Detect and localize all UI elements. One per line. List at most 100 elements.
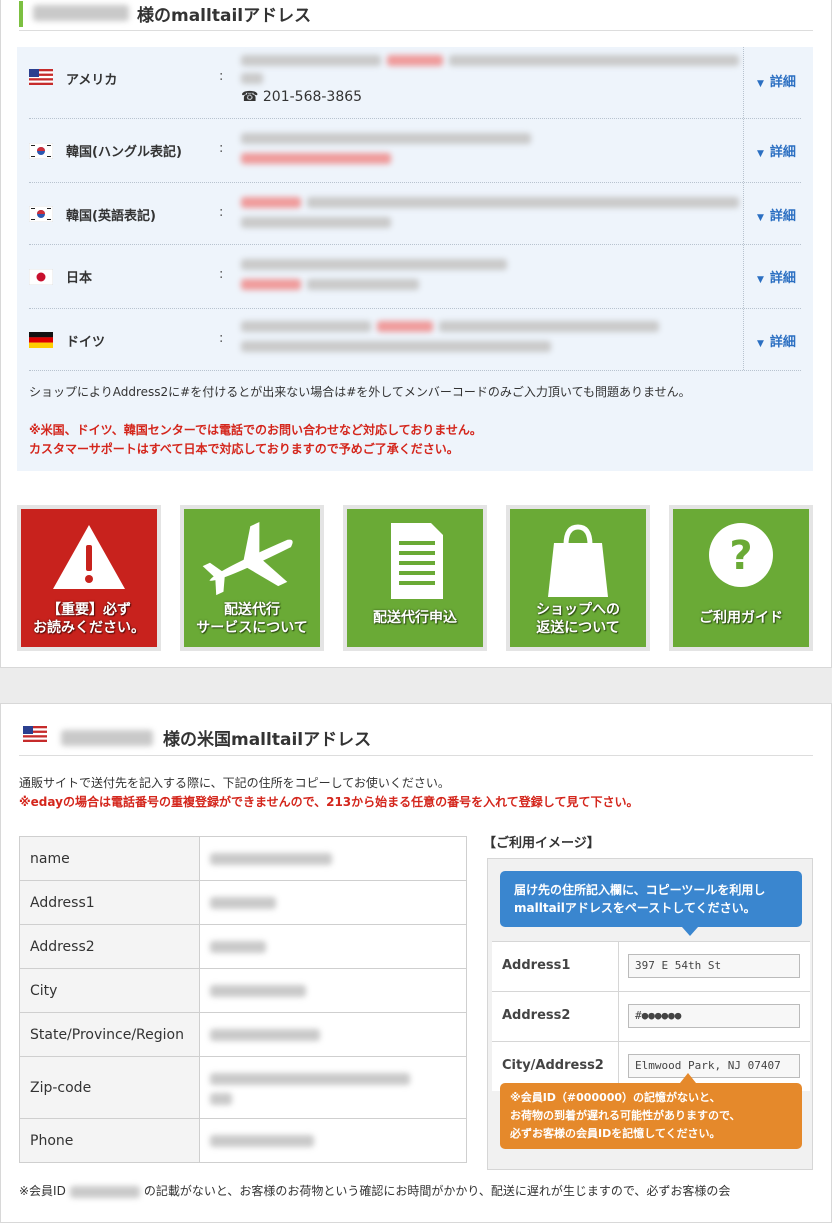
malltail-address-card: 様のmalltailアドレス アメリカ : ☎ 201-568-3865 ▼ 詳細	[0, 0, 832, 668]
address-row-usa: アメリカ : ☎ 201-568-3865 ▼ 詳細	[29, 47, 801, 119]
forwarding-apply-tile[interactable]: 配送代行申込	[343, 505, 487, 651]
redacted-address	[241, 133, 531, 144]
us-malltail-address-card: 様の米国malltailアドレス 通販サイトで送付先を記入する際に、下記の住所を…	[0, 703, 832, 1223]
copy-instruction: 通販サイトで送付先を記入する際に、下記の住所をコピーしてお使いください。	[19, 776, 450, 790]
redacted-member-code	[241, 279, 301, 290]
detail-link[interactable]: ▼ 詳細	[757, 331, 796, 350]
country-label: 日本	[66, 271, 93, 286]
redacted-address	[449, 55, 739, 66]
shopping-bag-icon	[548, 524, 608, 597]
redacted-member-code	[241, 153, 391, 164]
return-to-shop-tile[interactable]: ショップへの 返送について	[506, 505, 650, 651]
kr-flag-icon	[29, 143, 53, 159]
redacted-address	[241, 321, 371, 332]
page-title: 様のmalltailアドレス	[137, 6, 312, 26]
colon: :	[219, 267, 224, 282]
usage-field: 397 E 54th St	[628, 954, 800, 978]
us-flag-icon	[23, 726, 47, 742]
header-accent	[19, 1, 23, 27]
member-id-warning-bubble: ※会員ID（#000000）の記憶がないと、 お荷物の到着が遅れる可能性がありま…	[500, 1073, 802, 1149]
eday-warning: ※edayの場合は電話番号の重複登録ができませんので、213から始まる任意の番号…	[19, 795, 639, 809]
redacted-member-code	[241, 197, 301, 208]
user-guide-tile[interactable]: ? ご利用ガイド	[669, 505, 813, 651]
redacted-address	[439, 321, 659, 332]
detail-link[interactable]: ▼ 詳細	[757, 267, 796, 286]
chevron-down-icon: ▼	[757, 149, 764, 159]
redacted-value	[210, 1072, 410, 1085]
de-flag-icon	[29, 332, 53, 348]
redacted-value	[210, 1092, 232, 1105]
warning-icon	[53, 525, 125, 589]
detail-link[interactable]: ▼ 詳細	[757, 71, 796, 90]
table-row: Phone	[19, 1118, 467, 1163]
colon: :	[219, 69, 224, 84]
address2-note: ショップによりAddress2に#を付けるとが出来ない場合は#を外してメンバーコ…	[29, 385, 691, 399]
redacted-address	[307, 197, 739, 208]
service-tiles: 【重要】必ず お読みください。 配送代行 サービスについて 配送代行申込 ショッ…	[17, 505, 813, 651]
field-label: Address1	[19, 880, 200, 925]
chevron-down-icon: ▼	[757, 275, 764, 285]
country-label: 韓国(英語表記)	[66, 209, 156, 224]
field-label: name	[19, 836, 200, 881]
redacted-address	[241, 217, 391, 228]
chevron-down-icon: ▼	[757, 213, 764, 223]
chevron-down-icon: ▼	[757, 79, 764, 89]
page-title: 様の米国malltailアドレス	[163, 730, 372, 750]
redacted-address	[241, 73, 263, 84]
usage-image-title: 【ご利用イメージ】	[483, 836, 600, 851]
address-list: アメリカ : ☎ 201-568-3865 ▼ 詳細 韓国(ハングル表記) : ▼…	[17, 47, 813, 471]
kr-flag-icon	[29, 206, 53, 222]
support-warning: ※米国、ドイツ、韓国センターでは電話でのお問い合わせなど対応しておりません。	[29, 423, 482, 437]
usage-field: #●●●●●●	[628, 1004, 800, 1028]
redacted-value	[210, 984, 306, 997]
field-label: City	[19, 968, 200, 1013]
redacted-value	[210, 1028, 320, 1041]
jp-flag-icon	[29, 269, 53, 285]
field-label: Address2	[19, 924, 200, 969]
address-row-korea-english: 韓国(英語表記) : ▼ 詳細	[29, 183, 801, 245]
colon: :	[219, 141, 224, 156]
table-row: name	[19, 836, 467, 881]
usage-image: 届け先の住所記入欄に、コピーツールを利用し malltailアドレスをペーストし…	[487, 858, 813, 1170]
table-row: Address1	[19, 880, 467, 925]
redacted-phone	[307, 279, 419, 290]
redacted-value	[210, 852, 332, 865]
paste-instruction-bubble: 届け先の住所記入欄に、コピーツールを利用し malltailアドレスをペーストし…	[500, 871, 802, 936]
card-header: 様の米国malltailアドレス	[19, 722, 813, 756]
country-label: ドイツ	[66, 335, 106, 350]
redacted-address	[241, 341, 551, 352]
redacted-member-id	[69, 1185, 140, 1198]
redacted-address	[241, 55, 381, 66]
field-label: State/Province/Region	[19, 1012, 200, 1057]
support-notice: カスタマーサポートはすべて日本で対応しておりますので予めご了承ください。	[29, 442, 459, 456]
redacted-value	[210, 896, 276, 909]
usage-label: Address1	[502, 958, 571, 973]
address-row-germany: ドイツ : ▼ 詳細	[29, 309, 801, 371]
important-notice-tile[interactable]: 【重要】必ず お読みください。	[17, 505, 161, 651]
address-row-japan: 日本 : ▼ 詳細	[29, 245, 801, 309]
us-flag-icon	[29, 69, 53, 85]
forwarding-service-tile[interactable]: 配送代行 サービスについて	[180, 505, 324, 651]
table-row: Address2	[19, 924, 467, 969]
detail-link[interactable]: ▼ 詳細	[757, 141, 796, 160]
redacted-user-name	[33, 5, 129, 21]
colon: :	[219, 331, 224, 346]
svg-text:?: ?	[729, 533, 752, 579]
field-label: Zip-code	[19, 1056, 200, 1119]
usage-row-address2: Address2 #●●●●●●	[492, 991, 810, 1041]
table-row: State/Province/Region	[19, 1012, 467, 1057]
usage-label: City/Address2	[502, 1058, 604, 1073]
phone-number: ☎ 201-568-3865	[241, 89, 363, 105]
country-label: アメリカ	[66, 73, 118, 88]
country-label: 韓国(ハングル表記)	[66, 145, 182, 160]
redacted-member-code	[387, 55, 443, 66]
question-icon: ?	[709, 523, 773, 587]
usage-label: Address2	[502, 1008, 571, 1023]
table-row: City	[19, 968, 467, 1013]
redacted-address	[241, 259, 507, 270]
colon: :	[219, 205, 224, 220]
airplane-icon	[202, 522, 293, 596]
detail-link[interactable]: ▼ 詳細	[757, 205, 796, 224]
redacted-user-name	[61, 730, 153, 746]
redacted-member-code	[377, 321, 433, 332]
